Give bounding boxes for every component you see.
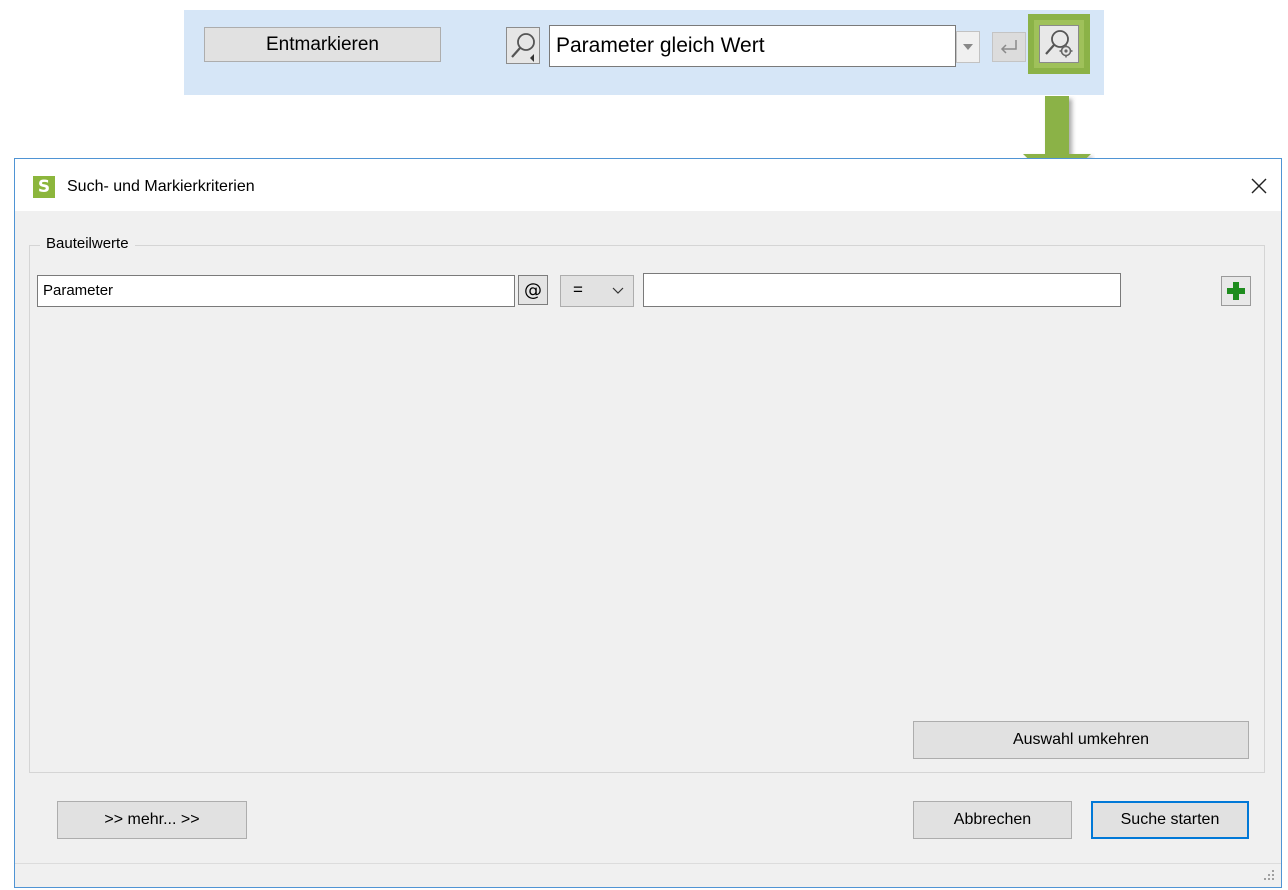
search-settings-button[interactable]: [1039, 25, 1079, 63]
parameter-input[interactable]: Parameter: [37, 275, 515, 307]
more-options-button[interactable]: >> mehr... >>: [57, 801, 247, 839]
search-mode-button[interactable]: [506, 27, 540, 64]
close-icon[interactable]: [1248, 175, 1270, 197]
component-values-group: [29, 245, 1265, 773]
operator-value: =: [573, 280, 583, 299]
unmark-button[interactable]: Entmarkieren: [204, 27, 441, 62]
apply-search-button[interactable]: [992, 32, 1026, 62]
dialog-titlebar: S Such- und Markierkriterien: [15, 159, 1281, 211]
plus-icon: [1227, 282, 1245, 300]
dialog-title: Such- und Markierkriterien: [67, 178, 255, 195]
resize-grip-icon[interactable]: [1263, 869, 1275, 881]
add-criterion-button[interactable]: [1221, 276, 1251, 306]
status-divider: [15, 863, 1281, 864]
app-logo-icon: S: [33, 176, 55, 198]
search-criteria-dialog: S Such- und Markierkriterien Bauteilwert…: [14, 158, 1282, 888]
enter-return-icon: [1000, 40, 1017, 54]
parameter-picker-button[interactable]: @: [518, 275, 548, 305]
magnifier-gear-icon: [1045, 30, 1073, 58]
operator-select[interactable]: =: [560, 275, 634, 307]
search-settings-highlight: [1028, 14, 1090, 74]
group-label: Bauteilwerte: [40, 233, 135, 255]
cancel-button[interactable]: Abbrechen: [913, 801, 1072, 839]
search-toolbar: Entmarkieren Parameter gleich Wert: [184, 10, 1104, 95]
start-search-button[interactable]: Suche starten: [1091, 801, 1249, 839]
search-combo-dropdown[interactable]: [956, 31, 980, 63]
invert-selection-button[interactable]: Auswahl umkehren: [913, 721, 1249, 759]
chevron-down-icon: [612, 287, 624, 294]
value-input[interactable]: [643, 273, 1121, 307]
chevron-down-icon: [963, 44, 973, 50]
magnifier-icon: [511, 33, 535, 62]
search-combo-input[interactable]: Parameter gleich Wert: [549, 25, 956, 67]
